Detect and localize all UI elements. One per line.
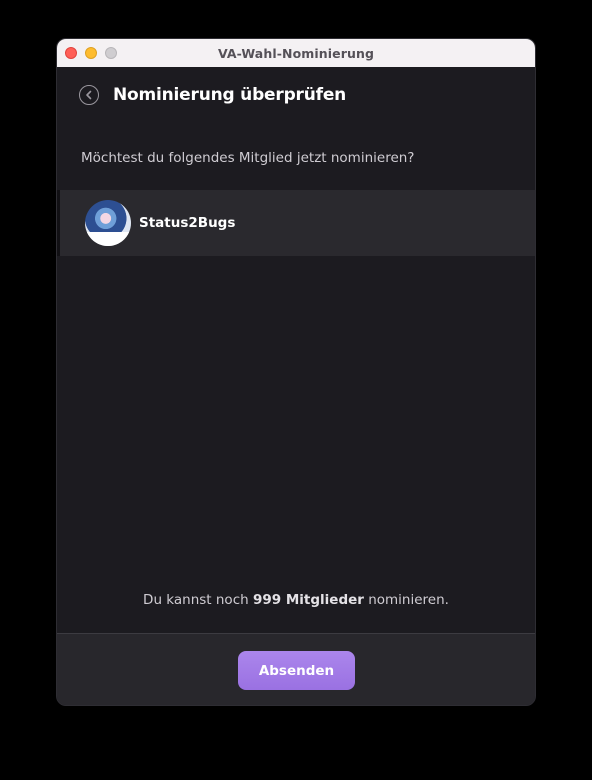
remaining-suffix: nominieren. [363, 592, 449, 608]
page-title: Nominierung überprüfen [113, 85, 347, 105]
window-controls [65, 47, 117, 59]
remaining-count: 999 Mitglieder [252, 592, 364, 608]
back-button[interactable] [79, 85, 99, 105]
close-window-button[interactable] [65, 47, 77, 59]
app-window: VA-Wahl-Nominierung Nominierung überprüf… [56, 38, 536, 706]
zoom-window-button[interactable] [105, 47, 117, 59]
member-list-item[interactable]: Status2Bugs [57, 190, 535, 256]
minimize-window-button[interactable] [85, 47, 97, 59]
nomination-question: Möchtest du folgendes Mitglied jetzt nom… [81, 150, 415, 166]
footer-bar: Absenden [57, 633, 535, 705]
title-bar: VA-Wahl-Nominierung [57, 39, 535, 67]
avatar [85, 200, 131, 246]
chevron-left-icon [86, 90, 92, 100]
submit-button[interactable]: Absenden [238, 651, 355, 690]
page-header: Nominierung überprüfen [57, 67, 535, 127]
member-name: Status2Bugs [139, 215, 236, 231]
remaining-prefix: Du kannst noch [143, 592, 253, 608]
remaining-nominations-text: Du kannst noch 999 Mitglieder nominieren… [57, 592, 535, 608]
window-title: VA-Wahl-Nominierung [217, 45, 375, 61]
